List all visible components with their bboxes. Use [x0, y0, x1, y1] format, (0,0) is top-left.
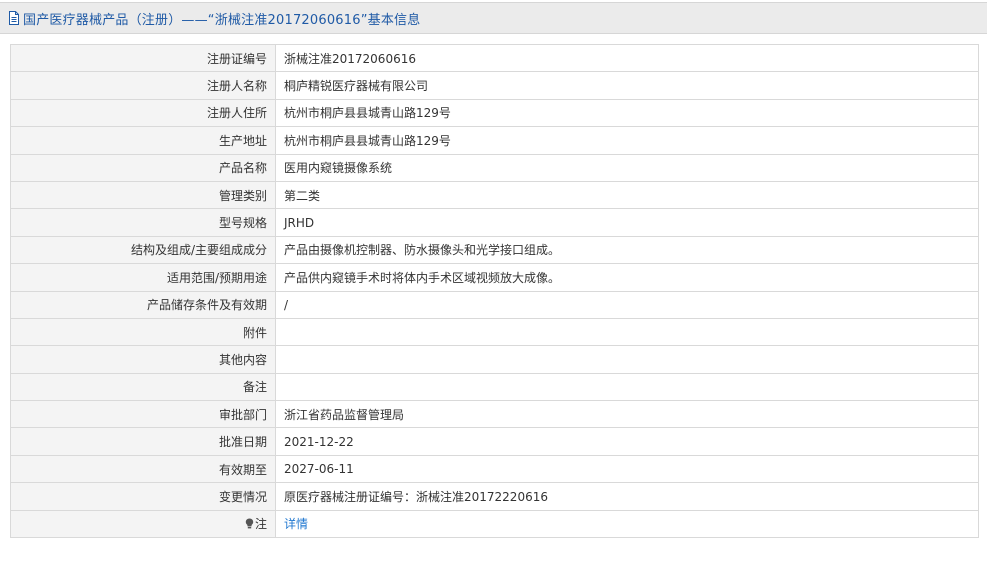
title-bar: 国产医疗器械产品（注册）——“浙械注准20172060616”基本信息 — [0, 2, 987, 34]
table-row: 产品储存条件及有效期 / — [10, 290, 979, 319]
row-value: 浙械注准20172060616 — [275, 43, 979, 73]
row-value: 杭州市桐庐县县城青山路129号 — [275, 98, 979, 128]
table-row: 注册人名称 桐庐精锐医疗器械有限公司 — [10, 71, 979, 100]
table-row: 备注 — [10, 372, 979, 402]
row-value: 医用内窥镜摄像系统 — [275, 153, 979, 182]
table-row: 注册人住所 杭州市桐庐县县城青山路129号 — [10, 98, 979, 128]
row-label: 注册证编号 — [10, 43, 276, 73]
row-label: 管理类别 — [10, 180, 276, 210]
row-value: / — [275, 290, 979, 319]
row-label: 注册人名称 — [10, 71, 276, 100]
lightbulb-icon — [245, 518, 254, 529]
table-row: 型号规格 JRHD — [10, 208, 979, 237]
row-label: 适用范围/预期用途 — [10, 263, 276, 292]
row-value: 2021-12-22 — [275, 427, 979, 456]
info-table-container: 注册证编号 浙械注准20172060616 注册人名称 桐庐精锐医疗器械有限公司… — [10, 43, 979, 539]
row-value: 原医疗器械注册证编号：浙械注准20172220616 — [275, 482, 979, 511]
row-value: 桐庐精锐医疗器械有限公司 — [275, 71, 979, 100]
table-row: 管理类别 第二类 — [10, 180, 979, 210]
row-value: 2027-06-11 — [275, 454, 979, 484]
row-label: 有效期至 — [10, 454, 276, 484]
table-row: 变更情况 原医疗器械注册证编号：浙械注准20172220616 — [10, 482, 979, 511]
table-row: 注册证编号 浙械注准20172060616 — [10, 43, 979, 73]
note-label: 注 — [254, 517, 267, 532]
row-value: 产品供内窥镜手术时将体内手术区域视频放大成像。 — [275, 263, 979, 292]
row-value: 浙江省药品监督管理局 — [275, 400, 979, 429]
row-label: 附件 — [10, 317, 276, 347]
row-value — [275, 345, 979, 374]
row-label: 注册人住所 — [10, 98, 276, 128]
table-row: 结构及组成/主要组成成分 产品由摄像机控制器、防水摄像头和光学接口组成。 — [10, 235, 979, 265]
table-row: 适用范围/预期用途 产品供内窥镜手术时将体内手术区域视频放大成像。 — [10, 263, 979, 292]
table-row: 生产地址 杭州市桐庐县县城青山路129号 — [10, 126, 979, 155]
row-value — [275, 372, 979, 402]
document-icon — [8, 11, 20, 25]
row-label: 批准日期 — [10, 427, 276, 456]
note-label-cell: 注 — [10, 509, 276, 539]
table-row: 批准日期 2021-12-22 — [10, 427, 979, 456]
row-label: 产品储存条件及有效期 — [10, 290, 276, 319]
row-value: 杭州市桐庐县县城青山路129号 — [275, 126, 979, 155]
row-value: JRHD — [275, 208, 979, 237]
row-label: 型号规格 — [10, 208, 276, 237]
info-table: 注册证编号 浙械注准20172060616 注册人名称 桐庐精锐医疗器械有限公司… — [10, 43, 979, 539]
note-value-cell: 详情 — [275, 509, 979, 539]
row-label: 备注 — [10, 372, 276, 402]
row-value: 第二类 — [275, 180, 979, 210]
table-row: 有效期至 2027-06-11 — [10, 454, 979, 484]
row-label: 变更情况 — [10, 482, 276, 511]
page: 国产医疗器械产品（注册）——“浙械注准20172060616”基本信息 注册证编… — [0, 0, 987, 567]
details-link[interactable]: 详情 — [284, 517, 308, 531]
row-label: 审批部门 — [10, 400, 276, 429]
page-title: 国产医疗器械产品（注册）——“浙械注准20172060616”基本信息 — [23, 12, 421, 28]
row-label: 产品名称 — [10, 153, 276, 182]
table-row: 审批部门 浙江省药品监督管理局 — [10, 400, 979, 429]
table-row: 其他内容 — [10, 345, 979, 374]
row-value: 产品由摄像机控制器、防水摄像头和光学接口组成。 — [275, 235, 979, 265]
note-row: 注 详情 — [10, 509, 979, 539]
row-label: 结构及组成/主要组成成分 — [10, 235, 276, 265]
row-value — [275, 317, 979, 347]
row-label: 生产地址 — [10, 126, 276, 155]
row-label: 其他内容 — [10, 345, 276, 374]
table-row: 附件 — [10, 317, 979, 347]
table-row: 产品名称 医用内窥镜摄像系统 — [10, 153, 979, 182]
